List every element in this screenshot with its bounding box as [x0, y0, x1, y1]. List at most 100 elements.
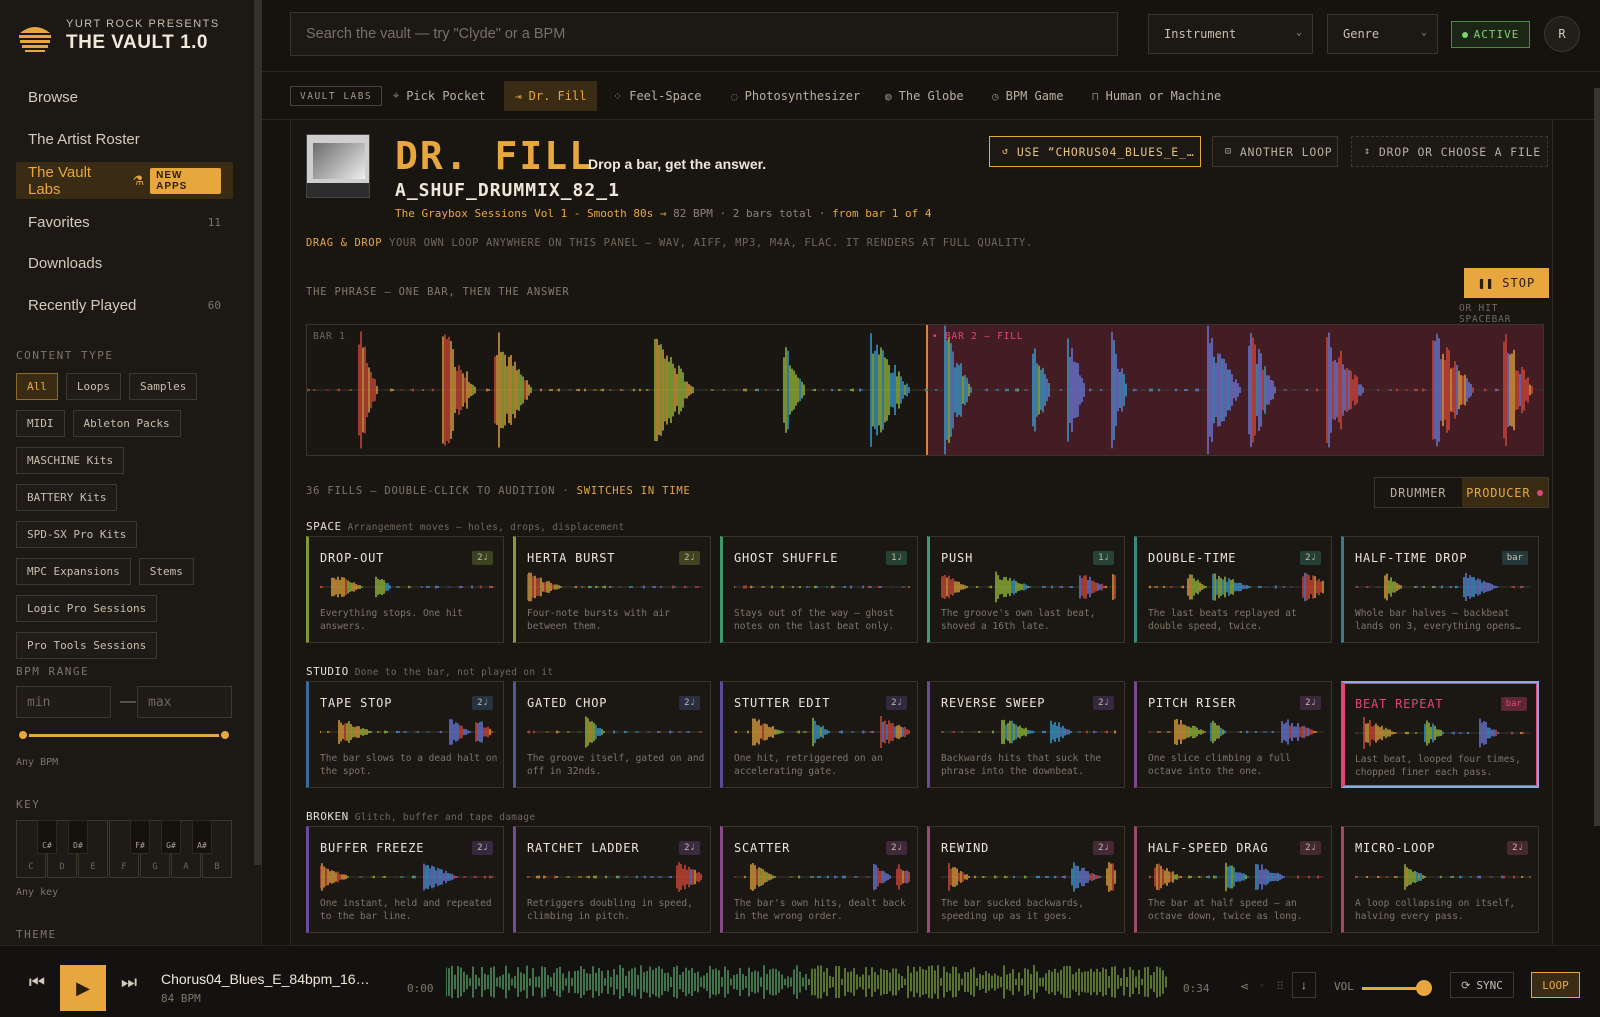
fill-card-micro-loop[interactable]: MICRO-LOOP 2♩ A loop collapsing on itself,… — [1341, 826, 1539, 933]
fill-card-description: The bar sucked backwards, speeding up as… — [941, 898, 1084, 922]
key-f-sharp[interactable]: F# — [130, 820, 150, 854]
fill-card-herta-burst[interactable]: HERTA BURST 2♩ Four-note bursts with air b… — [513, 536, 711, 643]
fill-card-length-badge: bar — [1501, 551, 1528, 565]
fill-card-length-badge: 2♩ — [679, 696, 700, 710]
fill-card-description: Everything stops. One hit answers. — [320, 608, 463, 632]
next-track-icon[interactable]: ⏭ — [117, 968, 141, 996]
drag-handle-icon[interactable]: ⠿ — [1276, 980, 1284, 993]
drop-file-button[interactable]: ↕ DROP OR CHOOSE A FILE — [1351, 136, 1548, 167]
sidebar-item-recently-played[interactable]: Recently Played 60 — [16, 287, 233, 324]
stop-button[interactable]: ❚❚ STOP — [1464, 268, 1549, 298]
chip-mpc-expansions[interactable]: MPC Expansions — [16, 558, 131, 585]
chip-maschine-kits[interactable]: MASCHINE Kits — [16, 447, 125, 474]
dice-icon: ⊡ — [1225, 146, 1232, 157]
tab-feel-space[interactable]: ⁘ Feel-Space — [602, 81, 712, 111]
fill-card-length-badge: 2♩ — [472, 696, 493, 710]
fill-card-title: HALF-SPEED DRAG — [1148, 841, 1269, 855]
download-icon: ↓ — [1301, 978, 1307, 992]
phrase-waveform[interactable]: BAR 1 • BAR 2 — FILL — [306, 324, 1544, 456]
player-waveform[interactable] — [446, 964, 1168, 1000]
loop-button[interactable]: LOOP — [1531, 972, 1580, 998]
fill-card-push[interactable]: PUSH 1♩ The groove's own last beat, shoved… — [927, 536, 1125, 643]
fill-card-title: HALF-TIME DROP — [1355, 551, 1468, 565]
fill-card-gated-chop[interactable]: GATED CHOP 2♩ The groove itself, gated on … — [513, 681, 711, 788]
tab-pick-pocket[interactable]: ⌖ Pick Pocket — [382, 81, 497, 111]
chip-logic-pro-sessions[interactable]: Logic Pro Sessions — [16, 595, 158, 622]
fill-card-title: STUTTER EDIT — [734, 696, 831, 710]
fill-card-rewind[interactable]: REWIND 2♩ The bar sucked backwards, speedi… — [927, 826, 1125, 933]
chip-spd-sx-pro-kits[interactable]: SPD-SX Pro Kits — [16, 521, 138, 548]
play-button[interactable]: ▶ — [60, 965, 106, 1011]
tab-human-or-machine[interactable]: ⊓ Human or Machine — [1081, 81, 1232, 111]
chip-samples[interactable]: Samples — [129, 373, 198, 400]
tab-bpm-game[interactable]: ◷ BPM Game — [981, 81, 1074, 111]
avatar[interactable]: R — [1544, 16, 1580, 52]
fill-card-title: RATCHET LADDER — [527, 841, 640, 855]
share-icon[interactable]: ⋖ — [1240, 980, 1249, 993]
fill-card-drop-out[interactable]: DROP-OUT 2♩ Everything stops. One hit answ… — [306, 536, 504, 643]
album-art-photo — [313, 143, 365, 179]
fill-card-description: The groove itself, gated on and off in 3… — [527, 753, 705, 777]
sidebar-item-label: Downloads — [28, 255, 103, 272]
genre-select[interactable]: Genre ⌄ — [1327, 14, 1438, 54]
sidebar-item-vault-labs[interactable]: The Vault Labs ⚗ NEW APPS — [16, 162, 233, 199]
bpm-max-input[interactable]: max — [137, 686, 232, 718]
sidebar-scrollbar[interactable] — [254, 0, 262, 865]
fill-card-ratchet-ladder[interactable]: RATCHET LADDER 2♩ Retriggers doubling in s… — [513, 826, 711, 933]
key-a-sharp[interactable]: A# — [192, 820, 212, 854]
dr-fill-panel[interactable]: DR. FILL Drop a bar, get the answer. A_S… — [290, 120, 1553, 945]
chip-stems[interactable]: Stems — [138, 558, 194, 585]
fill-card-double-time[interactable]: DOUBLE-TIME 2♩ The last beats replayed at … — [1134, 536, 1332, 643]
chip-battery-kits[interactable]: BATTERY Kits — [16, 484, 118, 511]
chip-all[interactable]: All — [16, 373, 58, 400]
key-d-sharp[interactable]: D# — [68, 820, 88, 854]
fill-card-scatter[interactable]: SCATTER 2♩ The bar's own hits, dealt back … — [720, 826, 918, 933]
bpm-slider-track[interactable] — [22, 734, 225, 737]
key-c-sharp[interactable]: C# — [37, 820, 57, 854]
main-scrollbar[interactable] — [1594, 88, 1600, 826]
leaf-icon: ◌ — [731, 89, 738, 103]
chip-midi[interactable]: MIDI — [16, 410, 65, 437]
chip-loops[interactable]: Loops — [65, 373, 121, 400]
fill-card-ghost-shuffle[interactable]: GHOST SHUFFLE 1♩ Stays out of the way — gh… — [720, 536, 918, 643]
mode-drummer[interactable]: DRUMMER — [1375, 478, 1462, 507]
download-button[interactable]: ↓ — [1292, 972, 1316, 998]
fill-card-buffer-freeze[interactable]: BUFFER FREEZE 2♩ One instant, held and rep… — [306, 826, 504, 933]
tab-the-globe[interactable]: ◍ The Globe — [874, 81, 975, 111]
loop-collection[interactable]: The Graybox Sessions Vol 1 - Smooth 80s — [395, 207, 653, 220]
volume-handle[interactable] — [1416, 980, 1432, 996]
fill-card-tape-stop[interactable]: TAPE STOP 2♩ The bar slows to a dead halt … — [306, 681, 504, 788]
key-note: Any key — [16, 887, 59, 898]
fill-card-stutter-edit[interactable]: STUTTER EDIT 2♩ One hit, retriggered on an… — [720, 681, 918, 788]
sidebar-item-downloads[interactable]: Downloads — [16, 245, 233, 282]
chip-pro-tools-sessions[interactable]: Pro Tools Sessions — [16, 632, 158, 659]
bpm-min-input[interactable]: min — [16, 686, 111, 718]
loop-name: A_SHUF_DRUMMIX_82_1 — [395, 180, 620, 201]
sync-button[interactable]: ⟳ SYNC — [1450, 972, 1514, 998]
sidebar-item-browse[interactable]: Browse — [16, 79, 233, 116]
fill-card-half-time-drop[interactable]: HALF-TIME DROP bar Whole bar halves — back… — [1341, 536, 1539, 643]
bpm-slider-min-handle[interactable] — [17, 729, 29, 741]
brand[interactable]: YURT ROCK PRESENTS THE VAULT 1.0 — [16, 16, 220, 56]
mode-producer[interactable]: PRODUCER — [1461, 478, 1548, 507]
search-input[interactable]: Search the vault — try "Clyde" or a BPM — [290, 12, 1118, 56]
use-chorus-button[interactable]: ↺ USE “CHORUS04_BLUES_E_… — [989, 136, 1201, 167]
sidebar-item-favorites[interactable]: Favorites 11 — [16, 204, 233, 241]
bpm-range-dash: — — [120, 693, 136, 710]
fill-card-beat-repeat[interactable]: BEAT REPEAT bar Last beat, looped four tim… — [1341, 681, 1539, 788]
fill-card-reverse-sweep[interactable]: REVERSE SWEEP 2♩ Backwards hits that suck … — [927, 681, 1125, 788]
tab-photosynthesizer[interactable]: ◌ Photosynthesizer — [720, 81, 871, 111]
chip-ableton-packs[interactable]: Ableton Packs — [72, 410, 181, 437]
fill-card-half-speed-drag[interactable]: HALF-SPEED DRAG 2♩ The bar at half speed —… — [1134, 826, 1332, 933]
key-g-sharp[interactable]: G# — [161, 820, 181, 854]
fill-card-title: GHOST SHUFFLE — [734, 551, 839, 565]
sidebar-item-artist-roster[interactable]: The Artist Roster — [16, 121, 233, 158]
bpm-slider-max-handle[interactable] — [219, 729, 231, 741]
instrument-select[interactable]: Instrument ⌄ — [1148, 14, 1313, 54]
another-loop-button[interactable]: ⊡ ANOTHER LOOP — [1212, 136, 1338, 167]
bar1-label: BAR 1 — [313, 331, 346, 342]
tab-dr-fill[interactable]: ⇥ Dr. Fill — [504, 81, 598, 111]
fill-card-waveform — [527, 862, 703, 892]
previous-track-icon[interactable]: ⏮ — [25, 968, 49, 996]
fill-card-pitch-riser[interactable]: PITCH RISER 2♩ One slice climbing a full o… — [1134, 681, 1332, 788]
